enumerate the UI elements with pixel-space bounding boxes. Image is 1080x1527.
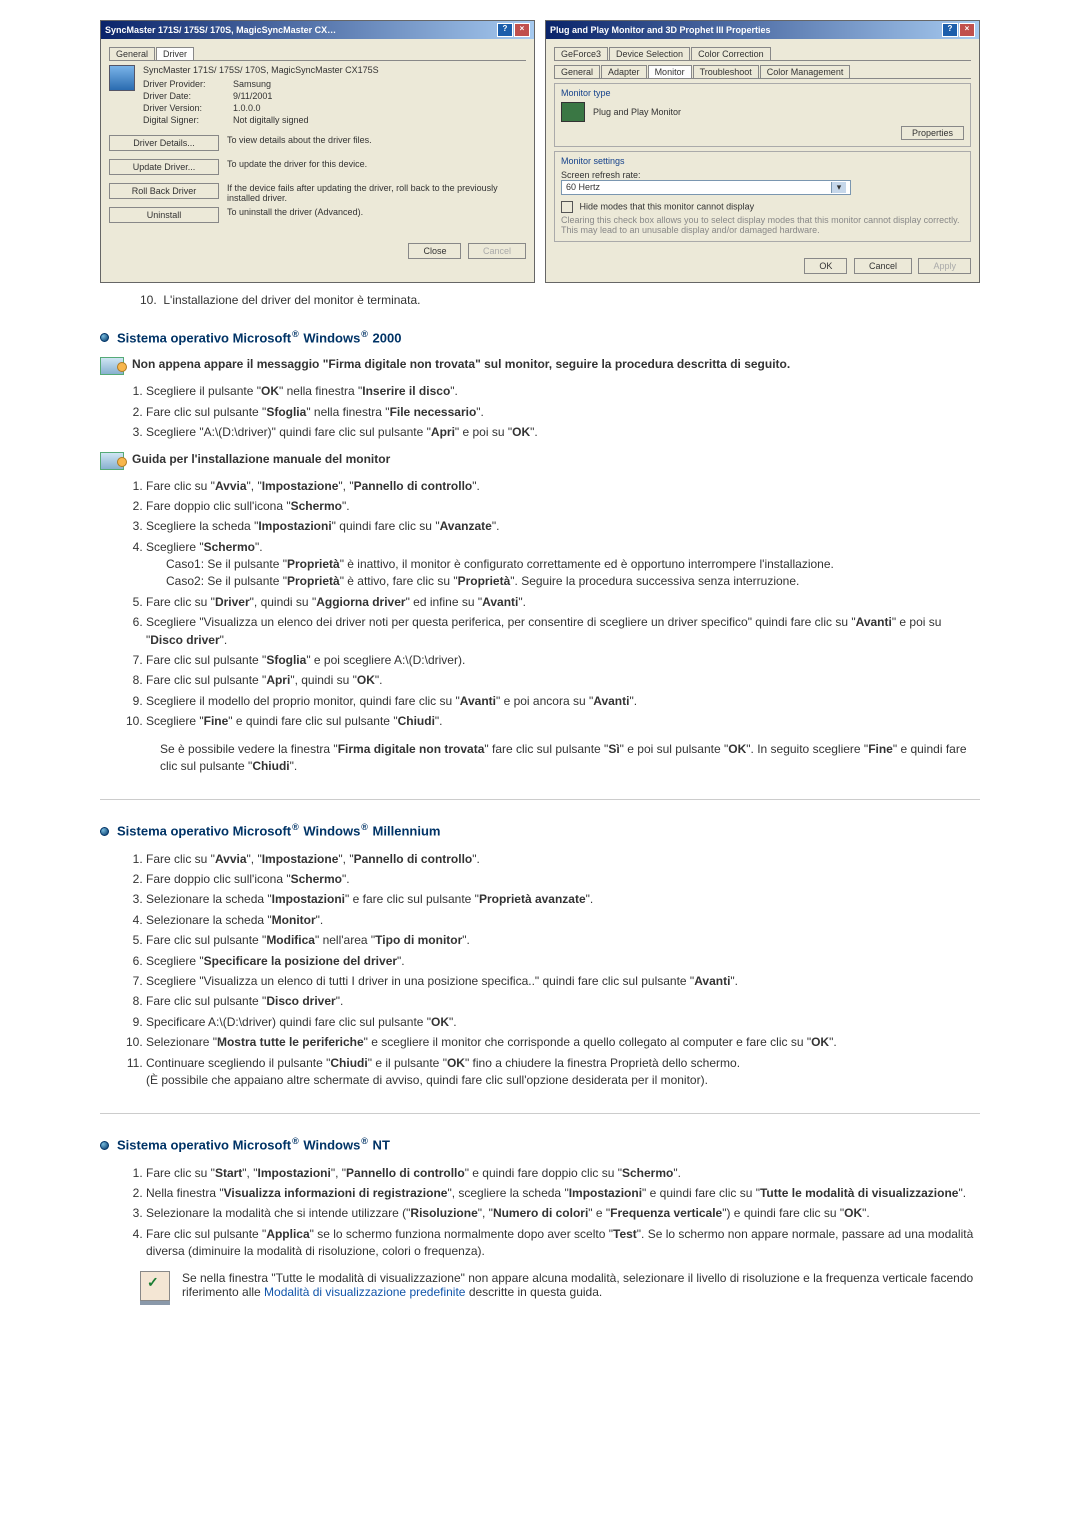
monitor-icon — [109, 65, 135, 91]
dialog1-title: SyncMaster 171S/ 175S/ 170S, MagicSyncMa… — [105, 25, 336, 35]
section-winnt: Sistema operativo Microsoft® Windows® NT… — [100, 1136, 980, 1300]
divider — [100, 799, 980, 800]
step-10-finish: 10. L'installazione del driver del monit… — [140, 293, 980, 307]
check-icon — [140, 1271, 170, 1301]
section-win2000: Sistema operativo Microsoft® Windows® 20… — [100, 329, 980, 775]
tab-monitor: Monitor — [648, 65, 692, 78]
dialog-screenshots: SyncMaster 171S/ 175S/ 170S, MagicSyncMa… — [100, 20, 980, 283]
chevron-down-icon: ▾ — [831, 182, 846, 193]
driver-details-button: Driver Details... — [109, 135, 219, 151]
steps-me: Fare clic su "Avvia", "Impostazione", "P… — [128, 851, 980, 1090]
heading-winnt: Sistema operativo Microsoft® Windows® NT — [100, 1136, 980, 1152]
tab-adapter: Adapter — [601, 65, 647, 78]
help-icon: ? — [942, 23, 958, 37]
device-name: SyncMaster 171S/ 175S/ 170S, MagicSyncMa… — [143, 65, 526, 75]
monitor-properties-dialog: Plug and Play Monitor and 3D Prophet III… — [545, 20, 980, 283]
tab-devsel: Device Selection — [609, 47, 690, 60]
monitor-icon — [561, 102, 585, 122]
section-winme: Sistema operativo Microsoft® Windows® Mi… — [100, 822, 980, 1089]
properties-button: Properties — [901, 126, 964, 140]
tab-driver: Driver — [156, 47, 194, 60]
cancel-button: Cancel — [468, 243, 526, 259]
cancel-button: Cancel — [854, 258, 912, 274]
driver-properties-dialog: SyncMaster 171S/ 175S/ 170S, MagicSyncMa… — [100, 20, 535, 283]
tab-general2: General — [554, 65, 600, 78]
close-icon: × — [959, 23, 975, 37]
divider — [100, 1113, 980, 1114]
close-button: Close — [408, 243, 461, 259]
ok-button: OK — [804, 258, 847, 274]
tab-general: General — [109, 47, 155, 60]
update-driver-button: Update Driver... — [109, 159, 219, 175]
dialog2-title: Plug and Play Monitor and 3D Prophet III… — [550, 25, 771, 35]
rollback-driver-button: Roll Back Driver — [109, 183, 219, 199]
steps-2000a: Scegliere il pulsante "OK" nella finestr… — [128, 383, 980, 441]
heading-win2000: Sistema operativo Microsoft® Windows® 20… — [100, 329, 980, 345]
note-icon — [100, 452, 124, 470]
note-icon — [100, 357, 124, 375]
hide-modes-checkbox — [561, 201, 573, 213]
bullet-icon — [100, 1141, 109, 1150]
preset-modes-link[interactable]: Modalità di visualizzazione predefinite — [264, 1285, 465, 1299]
uninstall-button: Uninstall — [109, 207, 219, 223]
heading-winme: Sistema operativo Microsoft® Windows® Mi… — [100, 822, 980, 838]
refresh-rate-select: 60 Hertz ▾ — [561, 180, 851, 195]
tab-geforce: GeForce3 — [554, 47, 608, 60]
close-icon: × — [514, 23, 530, 37]
tab-colormgmt: Color Management — [760, 65, 851, 78]
tab-colorcorr: Color Correction — [691, 47, 771, 60]
bullet-icon — [100, 333, 109, 342]
apply-button: Apply — [918, 258, 971, 274]
steps-nt: Fare clic su "Start", "Impostazioni", "P… — [128, 1165, 980, 1261]
note-nt: Se nella finestra "Tutte le modalità di … — [140, 1271, 980, 1301]
note-2000: Se è possibile vedere la finestra "Firma… — [160, 741, 980, 776]
help-icon: ? — [497, 23, 513, 37]
steps-2000b: Fare clic su "Avvia", "Impostazione", "P… — [128, 478, 980, 731]
tab-troubleshoot: Troubleshoot — [693, 65, 759, 78]
bullet-icon — [100, 827, 109, 836]
